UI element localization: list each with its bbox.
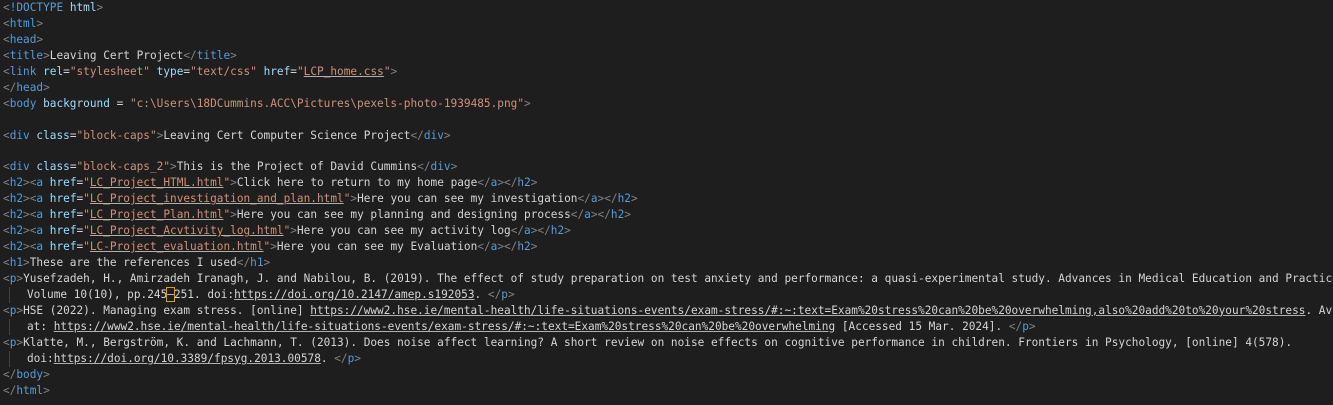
code-line[interactable]: <h2><a href="LC_Project_Acvtivity_log.ht…: [0, 223, 1333, 239]
reference-link[interactable]: https://doi.org/10.2147/amep.s192053: [234, 288, 474, 301]
code-line[interactable]: <body background = "c:\Users\18DCummins.…: [0, 96, 1333, 112]
reference-text: 251. doi:: [173, 287, 235, 301]
nav-link-text: Here you can see my Evaluation: [276, 240, 478, 254]
code-line[interactable]: <link rel="stylesheet" type="text/css" h…: [0, 64, 1333, 80]
nav-link-text: Here you can see my investigation: [357, 192, 578, 206]
nav-link-text: Here you can see my activity log: [296, 224, 511, 238]
stylesheet-link[interactable]: LCP_home.css: [304, 65, 384, 78]
nav-link-href[interactable]: LC_Project_HTML.html: [90, 176, 224, 189]
code-line[interactable]: <h2><a href="LC-Project_evaluation.html"…: [0, 239, 1333, 255]
nav-link-href[interactable]: LC_Project_investigation_and_plan.html: [90, 192, 344, 205]
reference-text: Klatte, M., Bergström, K. and Lachmann, …: [23, 335, 1293, 349]
nav-link-href[interactable]: LC-Project_evaluation.html: [90, 240, 264, 253]
body-background-value: "c:\Users\18DCummins.ACC\Pictures\pexels…: [129, 96, 524, 110]
code-line[interactable]: </body>: [0, 367, 1333, 383]
cursor-highlight: –: [166, 286, 175, 302]
code-line[interactable]: <h2><a href="LC_Project_Plan.html">Here …: [0, 207, 1333, 223]
code-line[interactable]: <head>: [0, 32, 1333, 48]
code-line[interactable]: <title>Leaving Cert Project</title>: [0, 48, 1333, 64]
reference-text: HSE (2022). Managing exam stress. [onlin…: [23, 303, 311, 317]
code-line[interactable]: <!DOCTYPE html>: [0, 0, 1333, 16]
nav-link-text: Click here to return to my home page: [236, 176, 478, 190]
nav-link-text: Here you can see my planning and designi…: [236, 208, 571, 222]
code-line[interactable]: <div class="block-caps">Leaving Cert Com…: [0, 128, 1333, 144]
reference-text: at:: [27, 319, 54, 333]
code-line[interactable]: <p>Yusefzadeh, H., Amirzadeh Iranagh, J.…: [0, 271, 1333, 287]
code-line[interactable]: </html>: [0, 383, 1333, 399]
reference-text: .: [320, 351, 335, 365]
h1-text: These are the references I used: [29, 256, 237, 269]
doctype-value: html: [69, 1, 97, 14]
code-line[interactable]: </head>: [0, 80, 1333, 96]
code-line[interactable]: <div class="block-caps_2">This is the Pr…: [0, 159, 1333, 175]
doctype-keyword: !DOCTYPE: [9, 1, 64, 14]
code-line[interactable]: <p>HSE (2022). Managing exam stress. [on…: [0, 303, 1333, 319]
reference-text: . Available: [1305, 303, 1333, 317]
div1-class-value: "block-caps": [76, 128, 157, 142]
reference-text: Yusefzadeh, H., Amirzadeh Iranagh, J. an…: [23, 271, 1333, 285]
reference-link[interactable]: https://www2.hse.ie/mental-health/life-s…: [54, 320, 835, 333]
code-line-wrapped[interactable]: at: https://www2.hse.ie/mental-health/li…: [0, 318, 1333, 335]
reference-link[interactable]: https://doi.org/10.3389/fpsyg.2013.00578: [54, 352, 321, 365]
code-line-wrapped[interactable]: Volume 10(10), pp.245–251. doi:https://d…: [0, 286, 1333, 303]
reference-text: [Accessed 15 Mar. 2024].: [835, 319, 1009, 333]
code-line[interactable]: [0, 143, 1333, 159]
reference-text: .: [474, 287, 488, 301]
link-rel-value: "stylesheet": [69, 64, 150, 78]
link-type-value: "text/css": [190, 64, 257, 78]
div2-text: This is the Project of David Cummins: [176, 160, 418, 174]
reference-link[interactable]: https://www2.hse.ie/mental-health/life-s…: [310, 304, 1305, 317]
nav-link-href[interactable]: LC_Project_Plan.html: [90, 208, 224, 221]
code-line[interactable]: <h1>These are the references I used</h1>: [0, 255, 1333, 271]
code-line[interactable]: <p>Klatte, M., Bergström, K. and Lachman…: [0, 335, 1333, 351]
code-line[interactable]: <h2><a href="LC_Project_investigation_an…: [0, 191, 1333, 207]
reference-text: Volume 10(10), pp.245: [27, 287, 168, 301]
title-text: Leaving Cert Project: [49, 48, 184, 62]
code-line-wrapped[interactable]: doi:https://doi.org/10.3389/fpsyg.2013.0…: [0, 350, 1333, 367]
code-line[interactable]: <html>: [0, 16, 1333, 32]
code-line[interactable]: <h2><a href="LC_Project_HTML.html">Click…: [0, 175, 1333, 191]
code-line[interactable]: [0, 112, 1333, 128]
div2-class-value: "block-caps_2": [76, 160, 171, 174]
div1-text: Leaving Cert Computer Science Project: [163, 128, 411, 142]
code-editor[interactable]: <!DOCTYPE html> <html> <head> <title>Lea…: [0, 0, 1333, 405]
reference-text: doi:: [27, 351, 54, 365]
nav-link-href[interactable]: LC_Project_Acvtivity_log.html: [90, 224, 284, 237]
